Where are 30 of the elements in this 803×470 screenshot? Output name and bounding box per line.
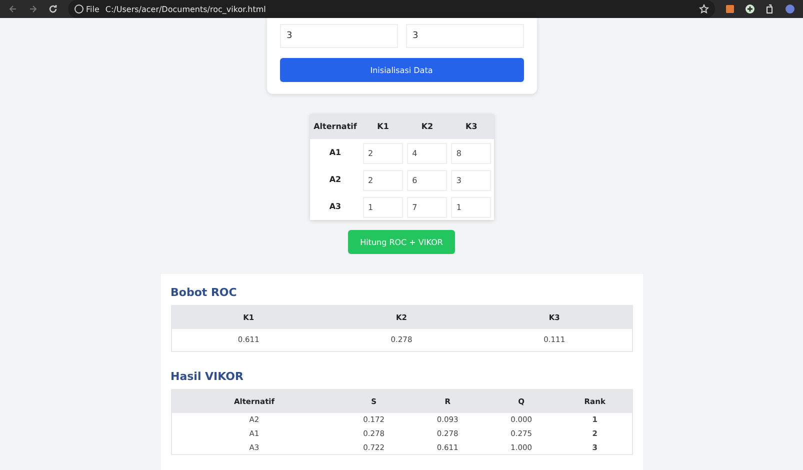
- row-label: A2: [310, 166, 361, 193]
- address-bar[interactable]: File C:/Users/acer/Documents/roc_vikor.html: [68, 0, 715, 18]
- column-header: K1: [360, 114, 406, 139]
- column-header: K2: [405, 114, 450, 139]
- value-field[interactable]: 7: [407, 197, 448, 218]
- value-field[interactable]: 4: [407, 143, 448, 164]
- number-field[interactable]: 3: [406, 24, 524, 48]
- row-label: A3: [310, 193, 361, 220]
- value-field[interactable]: 2: [362, 143, 403, 164]
- section-title: Hasil VIKOR: [170, 370, 245, 383]
- avatar-icon[interactable]: [785, 4, 795, 14]
- value-field[interactable]: 3: [451, 170, 492, 191]
- star-icon[interactable]: [699, 4, 709, 14]
- column-header: K3: [449, 114, 494, 139]
- forward-icon[interactable]: [28, 4, 38, 14]
- value-field[interactable]: 8: [451, 143, 492, 164]
- back-icon[interactable]: [8, 4, 18, 14]
- number-field[interactable]: 3: [280, 24, 398, 48]
- url-text: C:/Users/acer/Documents/roc_vikor.html: [105, 4, 266, 14]
- init-button[interactable]: Inisialisasi Data: [280, 58, 524, 82]
- reload-icon[interactable]: [48, 4, 58, 14]
- plus-icon[interactable]: [745, 4, 755, 14]
- section-title: Bobot ROC: [170, 286, 238, 299]
- value-field[interactable]: 6: [407, 170, 448, 191]
- column-header: Alternatif: [310, 114, 361, 139]
- value-field[interactable]: 2: [362, 170, 403, 191]
- value-field[interactable]: 1: [451, 197, 492, 218]
- row-label: A1: [310, 139, 361, 166]
- file-chip[interactable]: File: [74, 4, 100, 14]
- value-field[interactable]: 1: [362, 197, 403, 218]
